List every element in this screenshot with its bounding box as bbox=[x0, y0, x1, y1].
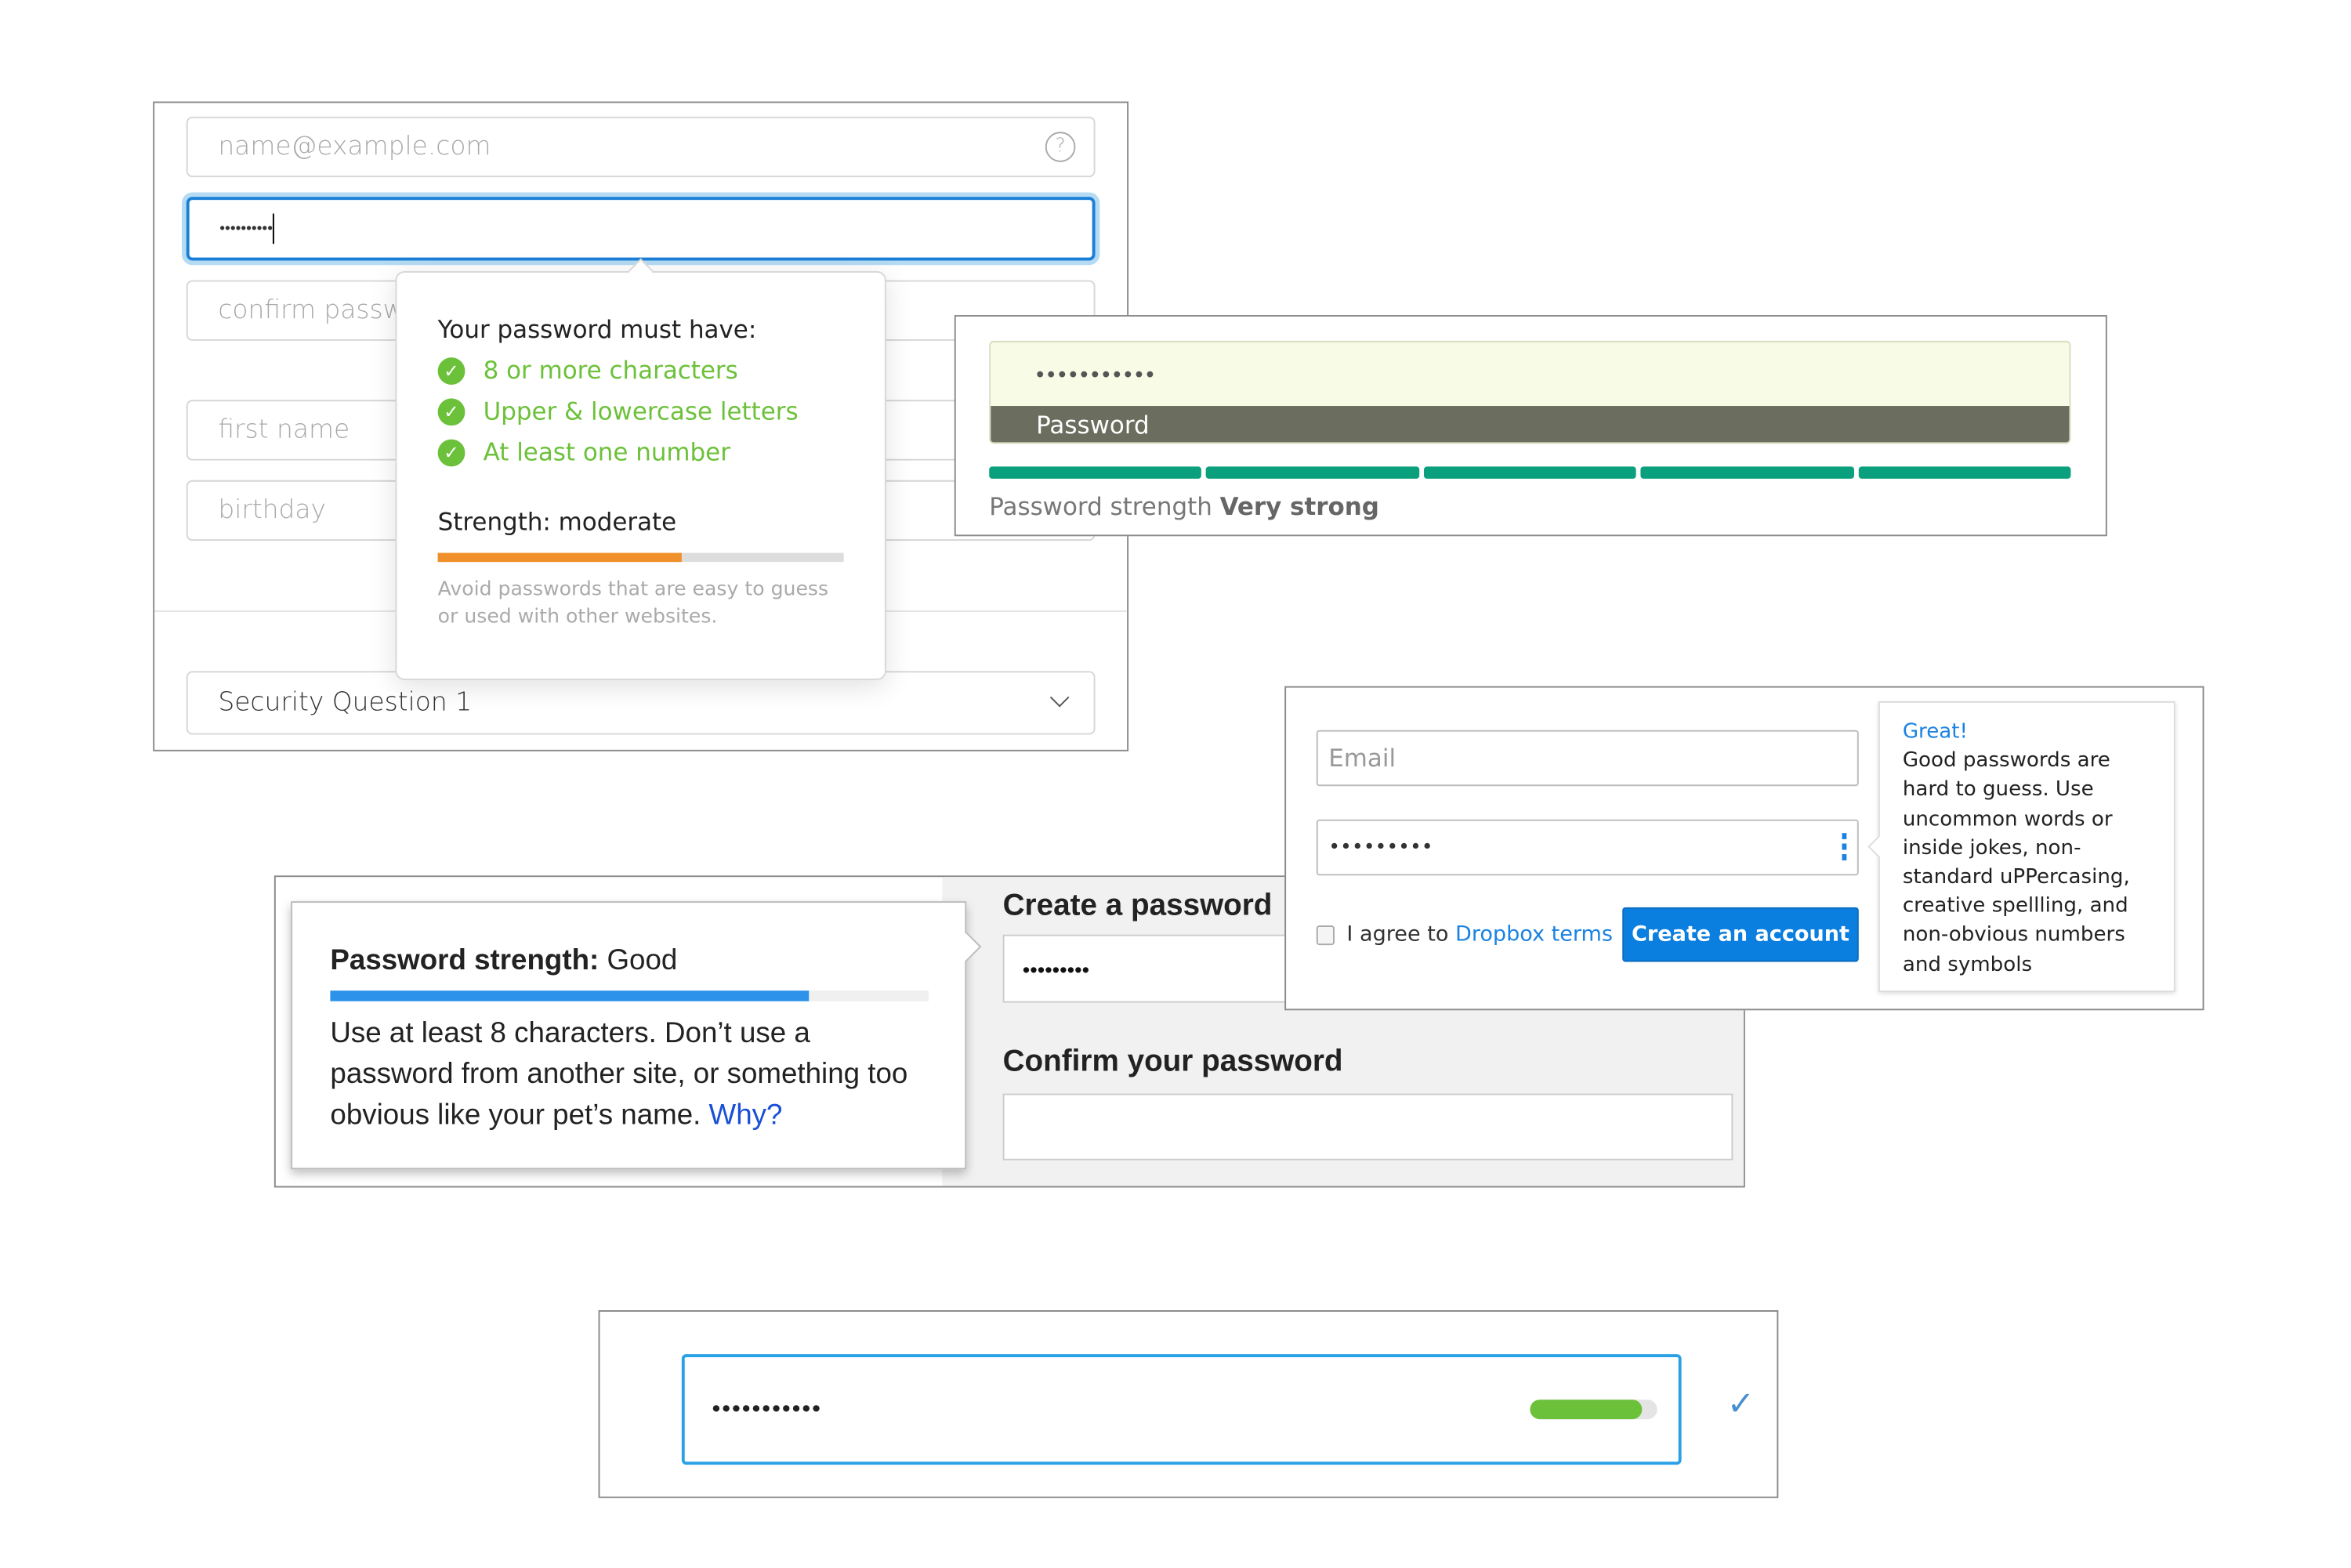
birthday-placeholder: birthday bbox=[218, 495, 327, 526]
strength-meter-fill bbox=[1530, 1400, 1643, 1420]
help-icon[interactable]: ? bbox=[1045, 132, 1076, 162]
password-input[interactable]: ••••••••••• bbox=[681, 1354, 1682, 1465]
strength-segment bbox=[1858, 466, 2071, 479]
inline-meter-panel: ••••••••••• ✓ bbox=[598, 1310, 1779, 1498]
agree-checkbox[interactable] bbox=[1316, 925, 1335, 946]
password-field-label: Password bbox=[991, 406, 2070, 443]
first-name-placeholder: first name bbox=[218, 415, 350, 446]
agree-label: I agree to bbox=[1346, 922, 1449, 947]
rule-item: ✓ At least one number bbox=[437, 437, 730, 467]
check-circle-icon: ✓ bbox=[437, 357, 465, 385]
tooltip-title: Great! bbox=[1902, 719, 1968, 744]
strength-meter-track bbox=[1530, 1400, 1657, 1420]
rule-item: ✓ 8 or more characters bbox=[437, 356, 738, 385]
strength-hint: Avoid passwords that are easy to guess o… bbox=[437, 578, 829, 629]
check-circle-icon: ✓ bbox=[437, 397, 465, 425]
security-question-value: Security Question 1 bbox=[218, 687, 473, 719]
strength-segment bbox=[989, 466, 1202, 479]
password-requirements-popover: Your password must have: ✓ 8 or more cha… bbox=[395, 258, 886, 680]
rule-text: At least one number bbox=[483, 437, 730, 467]
password-value: •••••••••• bbox=[219, 220, 273, 237]
strength-segments-panel: ••••••••••• Password Password strength V… bbox=[954, 315, 2107, 537]
rule-item: ✓ Upper & lowercase letters bbox=[437, 397, 799, 426]
tooltip-body: Good passwords are hard to guess. Use un… bbox=[1902, 748, 2130, 977]
strength-segments bbox=[989, 466, 2071, 479]
popover-body-text: Use at least 8 characters. Don’t use a p… bbox=[330, 1017, 908, 1132]
strength-bar-track bbox=[437, 552, 844, 563]
popover-title-label: Password strength: bbox=[330, 945, 600, 977]
strength-segment bbox=[1423, 466, 1637, 479]
password-input[interactable]: ••••••••• bbox=[1316, 819, 1859, 876]
chevron-down-icon bbox=[1049, 687, 1070, 708]
strength-value: Very strong bbox=[1219, 492, 1379, 521]
email-field[interactable]: name@example.com ? bbox=[186, 116, 1096, 178]
create-password-label: Create a password bbox=[1002, 889, 1273, 923]
checkmark-icon: ✓ bbox=[1726, 1384, 1755, 1423]
confirm-password-input[interactable] bbox=[1002, 1093, 1733, 1161]
strength-bar-track bbox=[330, 990, 929, 1001]
password-strength-popover: Password strength: Good Use at least 8 c… bbox=[291, 901, 982, 1170]
security-question-select[interactable]: Security Question 1 bbox=[186, 671, 1096, 735]
strength-prefix: Password strength bbox=[989, 492, 1212, 521]
why-link[interactable]: Why? bbox=[709, 1099, 783, 1132]
popover-title: Your password must have: bbox=[437, 315, 757, 344]
popover-arrow bbox=[628, 258, 654, 284]
strength-dots-icon bbox=[1842, 833, 1847, 862]
email-placeholder: Email bbox=[1328, 744, 1396, 773]
confirm-password-label: Confirm your password bbox=[1002, 1045, 1343, 1079]
password-value: ••••••••• bbox=[1328, 836, 1433, 860]
tooltip-arrow bbox=[1867, 835, 1889, 858]
dropbox-terms-link[interactable]: Dropbox terms bbox=[1455, 922, 1613, 947]
strength-segment bbox=[1206, 466, 1419, 479]
create-account-button[interactable]: Create an account bbox=[1622, 907, 1859, 962]
rule-text: Upper & lowercase letters bbox=[483, 397, 799, 426]
email-placeholder: name@example.com bbox=[218, 132, 491, 162]
password-value: ••••••••• bbox=[1022, 956, 1090, 981]
strength-label: Strength: moderate bbox=[437, 507, 677, 537]
password-value: ••••••••••• bbox=[1036, 361, 1157, 387]
password-input-area[interactable]: ••••••••••• bbox=[991, 342, 2070, 407]
rule-text: 8 or more characters bbox=[483, 356, 738, 385]
popover-title: Password strength: Good bbox=[330, 945, 677, 979]
password-tip-tooltip: Great! Good passwords are hard to guess.… bbox=[1867, 701, 2175, 993]
email-input[interactable]: Email bbox=[1316, 730, 1859, 787]
password-value: ••••••••••• bbox=[712, 1396, 822, 1422]
agree-text: I agree to Dropbox terms bbox=[1346, 922, 1613, 947]
password-field[interactable]: ••••••••••• Password bbox=[989, 340, 2071, 444]
strength-bar-fill bbox=[330, 990, 810, 1001]
popover-body: Use at least 8 characters. Don’t use a p… bbox=[330, 1013, 936, 1136]
popover-title-value: Good bbox=[607, 945, 678, 977]
dropbox-signup-panel: Email ••••••••• I agree to Dropbox terms… bbox=[1284, 686, 2204, 1011]
check-circle-icon: ✓ bbox=[437, 438, 465, 466]
password-field[interactable]: •••••••••• bbox=[186, 197, 1096, 261]
strength-segment bbox=[1640, 466, 1854, 479]
strength-bar-fill bbox=[437, 552, 682, 563]
strength-text: Password strength Very strong bbox=[989, 492, 1379, 521]
text-cursor bbox=[272, 213, 274, 244]
